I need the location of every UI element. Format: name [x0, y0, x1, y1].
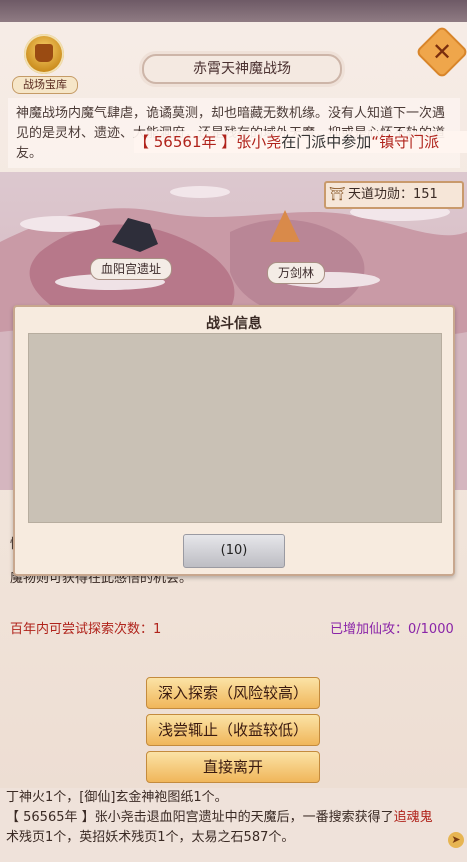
merit-counter: ⛩ 天道功勋：151	[324, 181, 464, 209]
close-icon: ✕	[431, 38, 453, 66]
map-location-wanjian[interactable]: 万剑林	[267, 262, 326, 284]
treasury-label: 战场宝库	[12, 76, 78, 94]
news-ticker: 【 56561年 】张小尧在门派中参加“镇守门派	[134, 131, 467, 153]
log-item: 追魂鬼	[393, 810, 433, 825]
log-line-2: 张小尧击退血阳宫遗址中的天魔后，一番搜索获得了	[94, 810, 394, 825]
dialog-countdown-button[interactable]: (10)	[183, 534, 285, 568]
ticker-event: “镇守门派	[371, 133, 440, 151]
treasury-icon	[24, 34, 64, 74]
treasury-button[interactable]: 战场宝库	[12, 34, 78, 94]
ticker-name: 张小尧	[236, 133, 282, 151]
battle-log-area	[28, 333, 442, 523]
page-title: 赤霄天神魔战场	[193, 61, 291, 77]
leave-button[interactable]: 直接离开	[146, 751, 320, 783]
battle-info-dialog: 战斗信息 (10)	[13, 305, 455, 576]
ticker-year: 【 56561年 】	[134, 133, 237, 151]
top-frame	[0, 0, 467, 22]
log-line-1: 丁神火1个，[御仙]玄金神袍图纸1个。	[6, 790, 228, 805]
shallow-explore-button[interactable]: 浅尝辄止（收益较低）	[146, 714, 320, 746]
log-year: 【 56565年 】	[6, 810, 95, 825]
merit-value: 151	[413, 187, 438, 202]
dialog-title: 战斗信息	[206, 316, 262, 332]
merit-label: 天道功勋：	[348, 187, 414, 202]
event-log: 丁神火1个，[御仙]玄金神袍图纸1个。 【 56565年 】张小尧击退血阳宫遗址…	[0, 788, 467, 862]
map-location-xueyang[interactable]: 血阳宫遗址	[90, 258, 173, 280]
collapse-arrow-icon[interactable]: ➤	[448, 832, 464, 848]
attack-bonus: 已增加仙攻：0/1000	[330, 622, 454, 637]
ticker-middle: 在门派中参加	[281, 133, 372, 151]
page-title-plate: 赤霄天神魔战场	[142, 54, 342, 84]
log-line-3: 术残页1个，英招妖术残页1个，太易之石587个。	[6, 830, 295, 845]
pagoda-icon: ⛩	[328, 187, 346, 202]
attempts-remaining: 百年内可尝试探索次数：1	[10, 622, 162, 637]
deep-explore-button[interactable]: 深入探索（风险较高）	[146, 677, 320, 709]
